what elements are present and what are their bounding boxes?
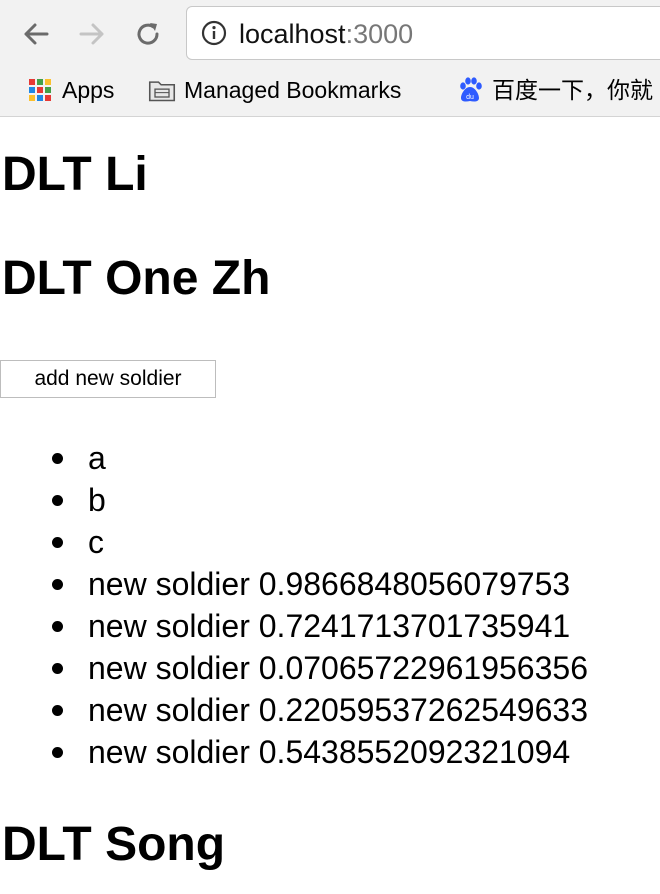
info-icon[interactable]	[201, 20, 227, 46]
bullet-icon	[52, 663, 63, 674]
list-item: new soldier 0.9866848056079753	[0, 563, 588, 605]
list-item: c	[0, 521, 588, 563]
arrow-left-icon	[24, 23, 49, 45]
url-port: :3000	[345, 19, 414, 49]
browser-chrome: localhost:3000 Apps Managed Bookmarks du…	[0, 0, 660, 117]
list-item: new soldier 0.7241713701735941	[0, 605, 588, 647]
bullet-icon	[52, 747, 63, 758]
apps-grid-icon	[29, 79, 51, 101]
bullet-icon	[52, 495, 63, 506]
back-button[interactable]	[16, 14, 56, 54]
bookmark-managed[interactable]: Managed Bookmarks	[148, 72, 401, 108]
list-item: new soldier 0.07065722961956356	[0, 647, 588, 689]
soldier-label: new soldier 0.7241713701735941	[88, 608, 571, 644]
bookmark-label: 百度一下，你就	[492, 77, 653, 103]
arrow-right-icon	[79, 23, 104, 45]
bookmark-baidu[interactable]: du 百度一下，你就	[456, 72, 653, 108]
list-item: new soldier 0.5438552092321094	[0, 731, 588, 773]
bullet-icon	[52, 453, 63, 464]
bullet-icon	[52, 537, 63, 548]
soldier-list: a b c new soldier 0.9866848056079753 new…	[0, 437, 588, 773]
folder-icon	[148, 81, 176, 102]
forward-button[interactable]	[72, 14, 112, 54]
bullet-icon	[52, 621, 63, 632]
bookmark-apps[interactable]: Apps	[26, 72, 114, 108]
soldier-label: a	[88, 440, 106, 476]
list-item: a	[0, 437, 588, 479]
address-bar[interactable]: localhost:3000	[186, 6, 660, 60]
reload-icon	[137, 23, 159, 45]
url-text: localhost:3000	[239, 17, 413, 51]
heading-dlt-one-zh: DLT One Zh	[2, 252, 271, 305]
baidu-icon: du	[460, 77, 482, 102]
soldier-label: new soldier 0.22059537262549633	[88, 692, 588, 728]
bullet-icon	[52, 705, 63, 716]
soldier-label: new soldier 0.07065722961956356	[88, 650, 588, 686]
soldier-label: new soldier 0.9866848056079753	[88, 566, 571, 602]
heading-dlt-li: DLT Li	[2, 148, 148, 201]
bookmark-label: Apps	[62, 77, 115, 103]
bookmarks-bar: Apps Managed Bookmarks du 百度一下，你就	[0, 70, 660, 110]
bullet-icon	[52, 579, 63, 590]
list-item: new soldier 0.22059537262549633	[0, 689, 588, 731]
bookmark-label: Managed Bookmarks	[184, 77, 402, 103]
soldier-label: new soldier 0.5438552092321094	[88, 734, 571, 770]
list-item: b	[0, 479, 588, 521]
soldier-label: b	[88, 482, 106, 518]
url-host: localhost	[239, 19, 346, 49]
heading-dlt-song: DLT Song	[2, 818, 226, 871]
reload-button[interactable]	[128, 14, 168, 54]
soldier-label: c	[88, 524, 104, 560]
svg-text:du: du	[466, 94, 474, 101]
add-new-soldier-button[interactable]: add new soldier	[0, 360, 216, 398]
